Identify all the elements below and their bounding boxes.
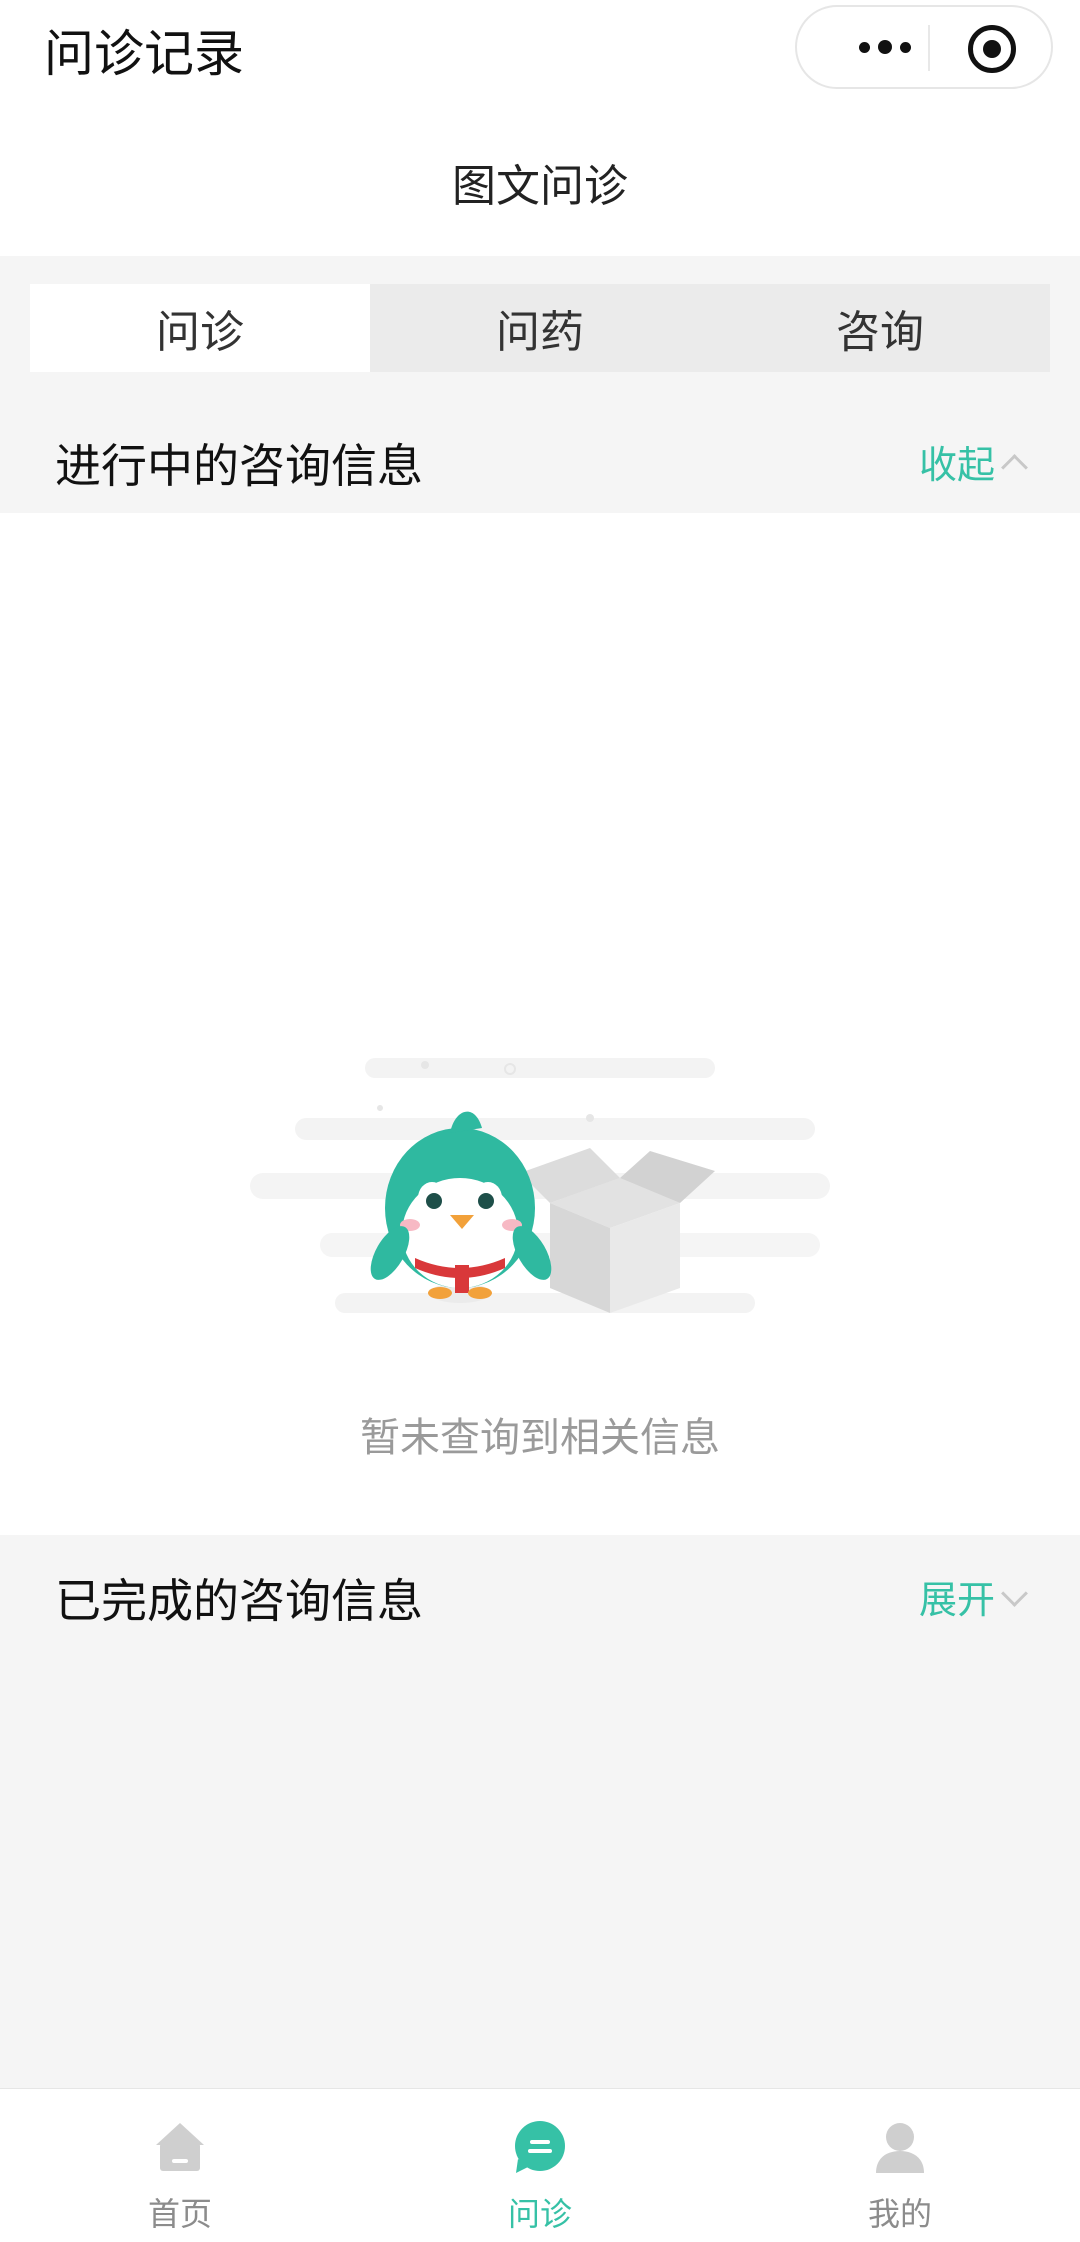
empty-mascot-illustration — [250, 1058, 830, 1313]
expand-label: 展开 — [918, 1578, 995, 1622]
segmented-tabs: 问诊 问药 咨询 — [30, 284, 1050, 372]
subheader: 图文问诊 — [0, 96, 1080, 256]
tab-inquiry[interactable]: 咨询 — [710, 284, 1050, 372]
mini-program-capsule — [795, 5, 1053, 89]
tab-medicine[interactable]: 问药 — [370, 284, 710, 372]
nav-item-consultation[interactable]: 问诊 — [360, 2089, 720, 2242]
empty-state-message: 暂未查询到相关信息 — [360, 1415, 720, 1461]
nav-item-mine[interactable]: 我的 — [720, 2089, 1080, 2242]
chevron-down-icon — [1001, 1580, 1028, 1607]
empty-state: 暂未查询到相关信息 — [0, 513, 1080, 1535]
collapse-toggle[interactable]: 收起 — [918, 434, 1028, 489]
top-bar: 问诊记录 — [0, 0, 1080, 96]
collapse-label: 收起 — [918, 443, 995, 487]
more-icon — [859, 41, 870, 53]
page-title: 问诊记录 — [44, 25, 244, 83]
nav-label-home: 首页 — [147, 2195, 212, 2233]
expand-toggle[interactable]: 展开 — [918, 1569, 1028, 1624]
ongoing-section-header: 进行中的咨询信息 收起 — [0, 400, 1080, 512]
nav-item-home[interactable]: 首页 — [0, 2089, 360, 2242]
section-title: 图文问诊 — [452, 161, 628, 212]
more-icon-dot — [878, 40, 892, 54]
bottom-navigation: 首页 问诊 我的 — [0, 2088, 1080, 2242]
completed-section-label: 已完成的咨询信息 — [55, 1574, 423, 1628]
more-menu-button[interactable] — [835, 19, 935, 75]
capsule-divider — [928, 25, 930, 71]
chat-icon — [515, 2121, 565, 2173]
chevron-up-icon — [1001, 454, 1028, 481]
completed-section-header: 已完成的咨询信息 展开 — [0, 1535, 1080, 1647]
ongoing-section-label: 进行中的咨询信息 — [55, 439, 423, 493]
more-icon-dot — [900, 41, 911, 53]
close-miniprogram-button[interactable] — [968, 25, 1016, 73]
tab-consultation[interactable]: 问诊 — [30, 284, 370, 372]
user-icon — [876, 2123, 924, 2173]
home-icon — [156, 2123, 204, 2171]
tabs-container: 问诊 问药 咨询 — [0, 256, 1080, 390]
nav-label-consultation: 问诊 — [507, 2195, 572, 2233]
nav-label-mine: 我的 — [867, 2195, 932, 2233]
